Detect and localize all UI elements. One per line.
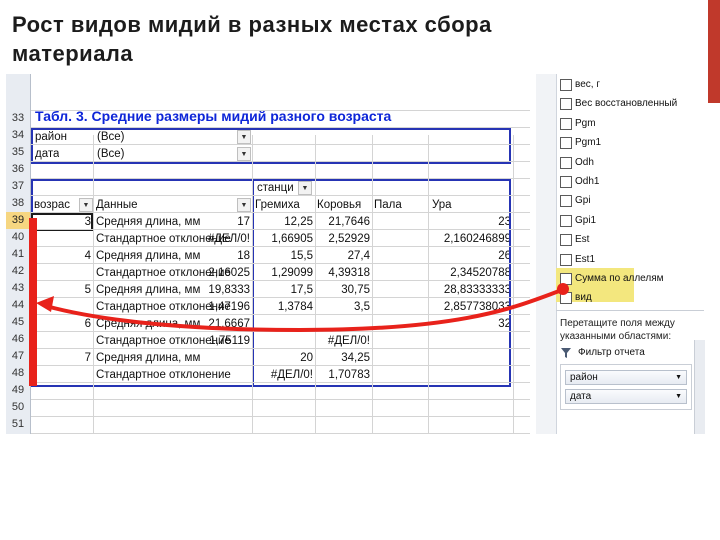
row-headers: 33 34 35 36 37 38 39 40 41 42 43 44 45 46 47 48 49 50 51 [6,74,31,434]
gridline [31,399,530,400]
field-checkbox[interactable] [560,98,572,111]
field-checkbox[interactable] [560,176,572,188]
field-label: Gpi [575,195,591,207]
gridline [31,331,530,332]
pivot-table-box [31,179,511,387]
row-number[interactable]: 51 [6,416,30,433]
field-checkbox[interactable] [560,234,572,247]
field-label: Est [575,234,590,246]
gridline [428,135,429,434]
field-label: вес, г [575,79,600,90]
chevron-down-icon[interactable]: ▼ [675,371,682,384]
gridline [31,365,530,366]
gridline [31,433,530,434]
gridline [31,348,530,349]
field-label: Odh1 [575,176,600,187]
field-checkbox[interactable] [560,253,572,266]
row-number[interactable]: 37 [6,178,30,195]
panel-separator [556,310,704,311]
row-number[interactable]: 33 [6,110,30,127]
gridline [31,127,530,128]
accent-bar [708,0,720,103]
gridline [31,280,530,281]
gridline [31,212,530,213]
report-filter-item-label: дата [570,391,592,402]
cell-area[interactable]: Табл. 3. Средние размеры мидий разного в… [31,74,530,434]
gridline [31,382,530,383]
row-number[interactable]: 44 [6,297,30,314]
report-filter-item-label: район [570,372,598,383]
panel-scrollbar[interactable] [536,74,557,434]
gridline [31,144,530,145]
area-scrollbar[interactable] [694,340,705,434]
gridline [31,195,530,196]
field-checkbox[interactable] [560,292,572,305]
slide-title: Рост видов мидий в разных местах сбора м… [12,12,492,66]
report-filter-title: Фильтр отчета [578,347,645,358]
gridline [31,178,530,179]
field-checkbox[interactable] [560,117,572,130]
field-checkbox[interactable] [560,273,572,285]
row-number[interactable]: 45 [6,314,30,331]
gridline [315,135,316,434]
field-label: Вес восстановленный [575,98,678,110]
field-label: Pgm [575,117,596,129]
field-checkbox[interactable] [560,137,572,150]
filter-dropdown-button[interactable]: ▼ [237,147,251,161]
row-number[interactable]: 39 [6,212,30,229]
field-label: Сумма по аллелям [575,273,664,284]
report-filter-item[interactable]: район ▼ [565,370,687,385]
annotation-bar [29,218,37,386]
row-number[interactable]: 47 [6,348,30,365]
gridline [31,161,530,162]
chevron-down-icon[interactable]: ▼ [675,390,682,403]
row-number[interactable]: 36 [6,161,30,178]
field-checkbox[interactable] [560,195,572,208]
filter-icon [561,348,571,358]
row-number[interactable]: 35 [6,144,30,161]
row-number[interactable]: 50 [6,399,30,416]
field-label: вид [575,292,592,304]
gridline [372,135,373,434]
field-label: Odh [575,156,594,168]
gridline [31,314,530,315]
gridline [31,263,530,264]
row-number[interactable]: 43 [6,280,30,297]
gridline [252,135,253,434]
gridline [31,110,530,111]
gridline [31,297,530,298]
field-checkbox[interactable] [560,79,572,91]
spreadsheet-grid[interactable]: 33 34 35 36 37 38 39 40 41 42 43 44 45 46 47 48 49 50 51 Т… [6,74,530,434]
row-number[interactable]: 48 [6,365,30,382]
gridline [31,246,530,247]
pivot-field-list-panel: вес, г Вес восстановленный Pgm Pgm1 Odh Odh1 G… [536,74,704,434]
field-label: Pgm1 [575,137,602,149]
field-label: Est1 [575,253,596,265]
row-number[interactable]: 46 [6,331,30,348]
gridline [31,416,530,417]
row-number[interactable]: 41 [6,246,30,263]
row-number[interactable]: 38 [6,195,30,212]
gridline [31,229,530,230]
report-filter-item[interactable]: дата ▼ [565,389,687,404]
row-number[interactable]: 34 [6,127,30,144]
field-label: Gpi1 [575,214,597,226]
row-number[interactable]: 42 [6,263,30,280]
row-number[interactable]: 49 [6,382,30,399]
report-filter-area[interactable]: район ▼ дата ▼ [560,364,692,410]
gridline [513,135,514,434]
row-number[interactable]: 40 [6,229,30,246]
drag-hint: Перетащите поля между указанными областя… [560,318,675,342]
field-checkbox[interactable] [560,214,572,227]
gridline [93,135,94,434]
filter-dropdown-button[interactable]: ▼ [237,130,251,144]
field-checkbox[interactable] [560,156,572,169]
